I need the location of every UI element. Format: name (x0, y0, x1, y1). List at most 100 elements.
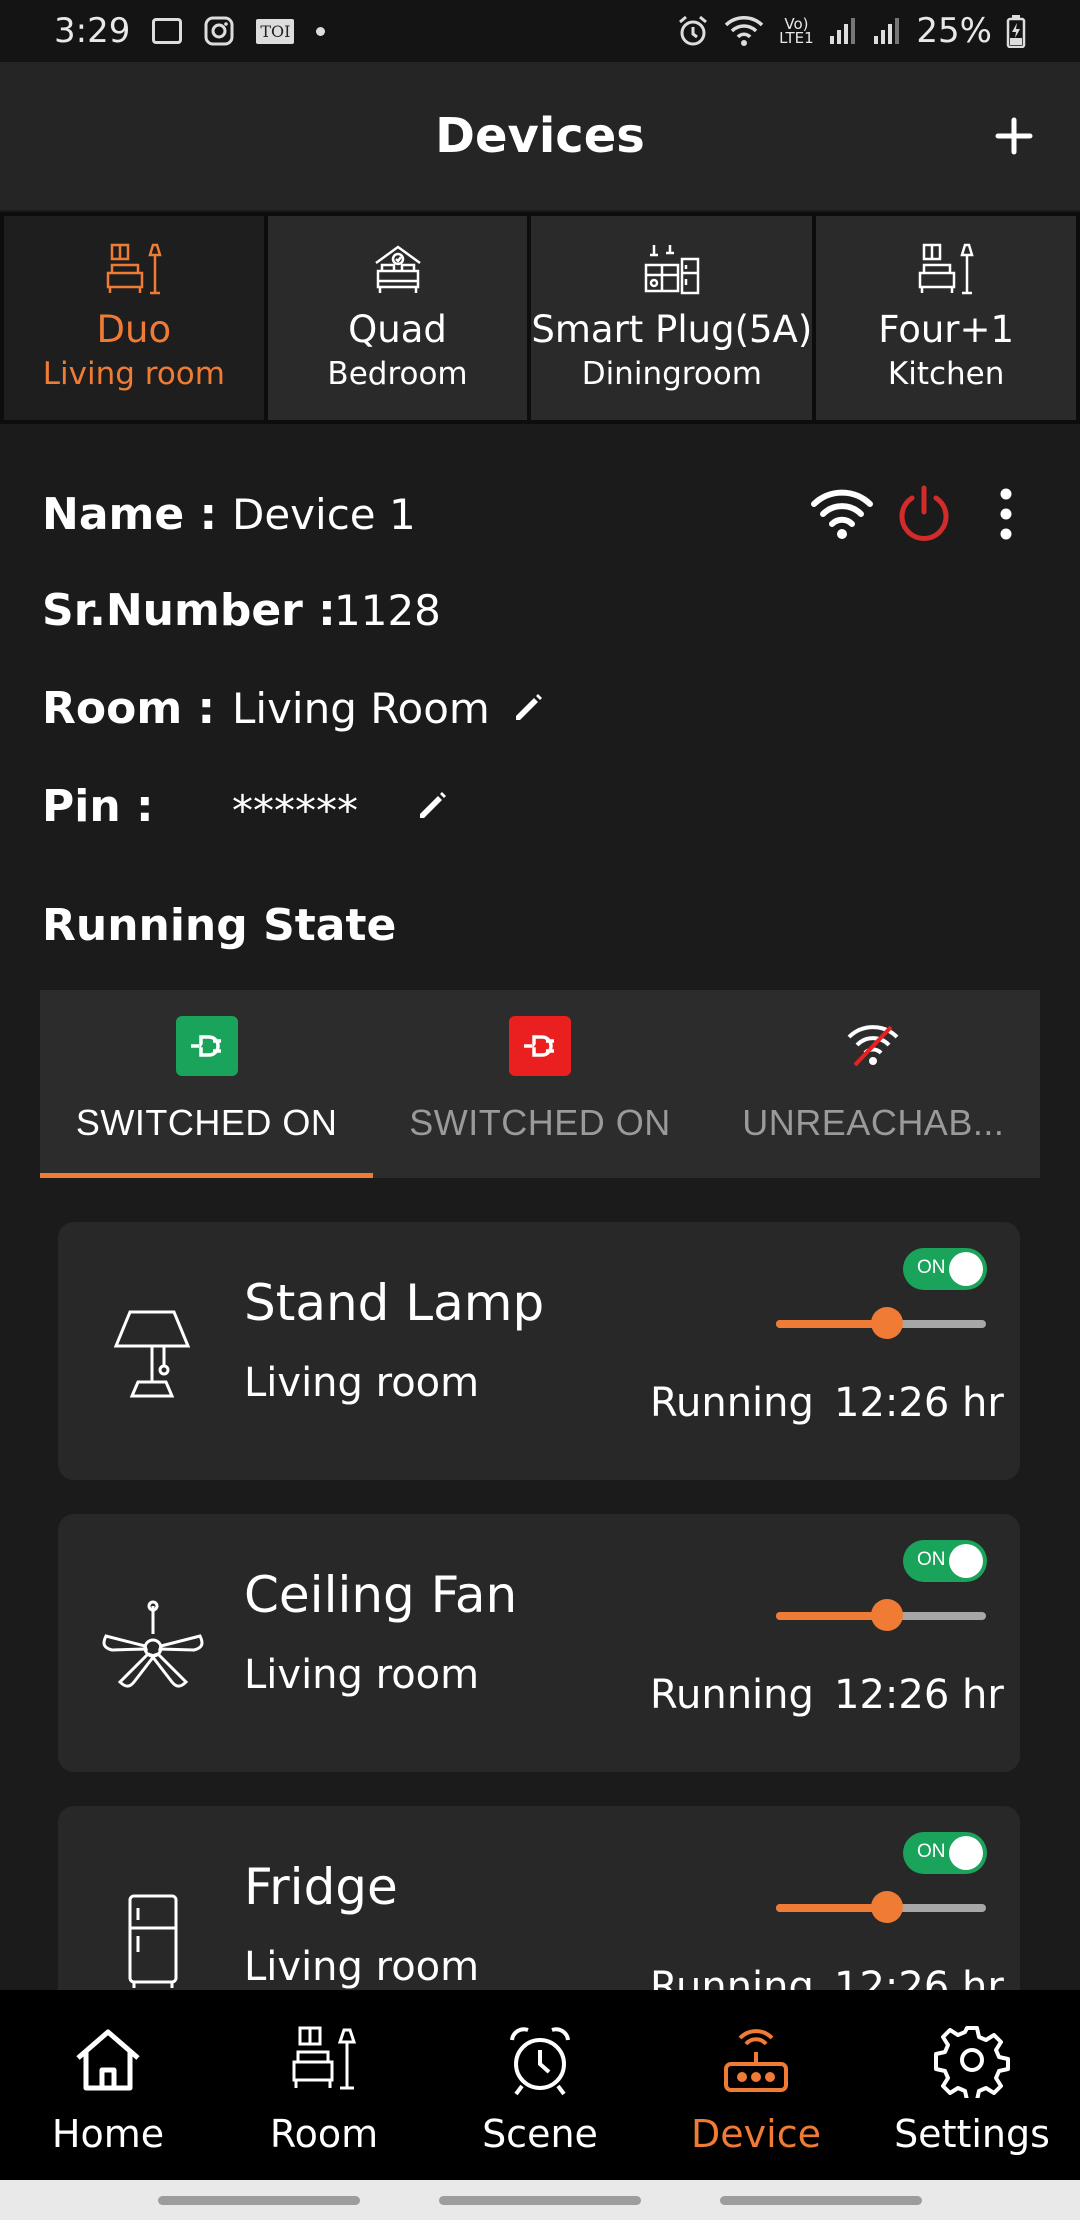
app-bar: Devices (0, 62, 1080, 210)
tab-label: SWITCHED ON (75, 1102, 338, 1143)
nav-scene[interactable]: Scene (432, 1990, 648, 2180)
nav-room[interactable]: Room (216, 1990, 432, 2180)
room-label: Room : (42, 682, 216, 734)
appliance-runtime: 12:26 hr (834, 1672, 1004, 1718)
device-tab-four-plus-one[interactable]: Four+1 Kitchen (816, 216, 1076, 420)
plug-on-icon (175, 1016, 238, 1076)
instagram-notification-icon (204, 16, 234, 46)
device-tab-room: Living room (42, 356, 225, 392)
power-icon (899, 485, 949, 541)
room-value: Living Room (232, 684, 490, 733)
battery-percent: 25% (916, 11, 992, 51)
toggle-label: ON (917, 1257, 946, 1278)
appliance-room: Living room (244, 1652, 480, 1698)
nav-label: Scene (482, 2112, 598, 2156)
alarm-icon (676, 14, 710, 48)
device-tab-smart-plug[interactable]: Smart Plug(5A) Diningroom (531, 216, 813, 420)
plug-off-icon (508, 1016, 571, 1076)
room-row: Room : (42, 678, 215, 738)
signal-1-icon (828, 16, 858, 46)
kitchen-icon (918, 243, 974, 295)
wifi-off-icon (842, 1016, 904, 1076)
nav-settings[interactable]: Settings (864, 1990, 1080, 2180)
add-device-button[interactable] (984, 106, 1044, 166)
room-icon (292, 2026, 357, 2090)
plus-icon (995, 117, 1033, 155)
serial-row: Sr.Number : (42, 580, 336, 640)
appliance-runtime: 12:26 hr (834, 1380, 1004, 1426)
lamp-icon (113, 1310, 191, 1398)
home-icon (76, 2029, 140, 2091)
appliance-card[interactable]: Stand Lamp Living room ON Running 12:26 … (58, 1222, 1020, 1480)
battery-charging-icon (1006, 14, 1026, 48)
power-button[interactable] (894, 484, 954, 544)
bedroom-icon (374, 245, 421, 293)
running-state-tabs: SWITCHED ON SWITCHED ON UNREACHAB... (40, 990, 1040, 1178)
pin-row: Pin : (42, 776, 154, 836)
device-tab-quad[interactable]: Quad Bedroom (267, 216, 528, 420)
wifi-icon (811, 489, 873, 539)
tab-switched-on-off[interactable]: SWITCHED ON (373, 990, 706, 1178)
appliance-toggle[interactable]: ON (903, 1832, 987, 1874)
appliance-slider[interactable] (776, 1891, 986, 1923)
toggle-knob (949, 1544, 983, 1578)
running-state-title: Running State (42, 900, 397, 951)
appliance-slider[interactable] (776, 1307, 986, 1339)
toggle-knob (949, 1252, 983, 1286)
edit-room-button[interactable] (510, 690, 546, 726)
serial-value: 1128 (334, 586, 441, 635)
toggle-knob (949, 1836, 983, 1870)
device-tab-duo[interactable]: Duo Living room (4, 216, 264, 420)
router-icon (724, 2029, 788, 2092)
more-notifications-dot-icon (316, 26, 326, 36)
nav-label: Settings (894, 2112, 1050, 2156)
device-tab-room: Kitchen (887, 356, 1005, 392)
gear-icon (934, 2026, 1010, 2098)
device-name-value: Device 1 (232, 490, 416, 539)
more-vertical-icon (1000, 488, 1012, 540)
nav-label: Room (269, 2112, 379, 2156)
appliance-toggle[interactable]: ON (903, 1540, 987, 1582)
appliance-name: Ceiling Fan (244, 1566, 518, 1624)
tab-label: SWITCHED ON (409, 1102, 671, 1143)
device-tab-room: Diningroom (581, 356, 762, 392)
status-time: 3:29 (54, 11, 131, 51)
serial-label: Sr.Number : (42, 584, 336, 636)
appliance-status: Running (650, 1380, 814, 1426)
fridge-icon (128, 1894, 178, 1988)
nav-device[interactable]: Device (648, 1990, 864, 2180)
slider-thumb[interactable] (871, 1307, 904, 1339)
appliance-status: Running (650, 1672, 814, 1718)
nav-home[interactable]: Home (0, 1990, 216, 2180)
device-actions (810, 484, 1050, 544)
appliance-card[interactable]: Ceiling Fan Living room ON Running 12:26… (58, 1514, 1020, 1772)
alarm-clock-icon (510, 2027, 570, 2096)
gesture-bar (0, 2180, 1080, 2220)
slider-thumb[interactable] (871, 1891, 904, 1923)
device-tab-name: Four+1 (878, 308, 1015, 351)
tab-unreachable[interactable]: UNREACHAB... (707, 990, 1040, 1178)
status-bar: 3:29 TOI Vo) LTE1 25% (0, 0, 1080, 62)
tab-switched-on[interactable]: SWITCHED ON (40, 990, 374, 1178)
recents-gesture-pill[interactable] (158, 2196, 360, 2205)
appliance-room: Living room (244, 1360, 480, 1406)
edit-pin-button[interactable] (414, 788, 450, 824)
toggle-label: ON (917, 1841, 946, 1862)
nav-label: Home (51, 2112, 165, 2156)
pin-label: Pin : (42, 780, 154, 832)
appliance-room: Living room (244, 1944, 480, 1990)
pencil-icon (516, 694, 542, 720)
bottom-nav: Home Room Scene Device Settings (0, 1990, 1080, 2180)
toi-notification-icon: TOI (256, 18, 295, 44)
appliance-toggle[interactable]: ON (903, 1248, 987, 1290)
signal-2-icon (872, 16, 902, 46)
more-options-button[interactable] (986, 484, 1026, 544)
device-tabs: Duo Living room Quad Bedroom Smart Plug(… (0, 212, 1080, 424)
pencil-icon (420, 792, 446, 818)
dining-room-icon (644, 245, 700, 295)
slider-thumb[interactable] (871, 1599, 904, 1631)
appliance-slider[interactable] (776, 1599, 986, 1631)
fan-icon (102, 1600, 204, 1688)
home-gesture-pill[interactable] (439, 2196, 641, 2205)
back-gesture-pill[interactable] (720, 2196, 922, 2205)
